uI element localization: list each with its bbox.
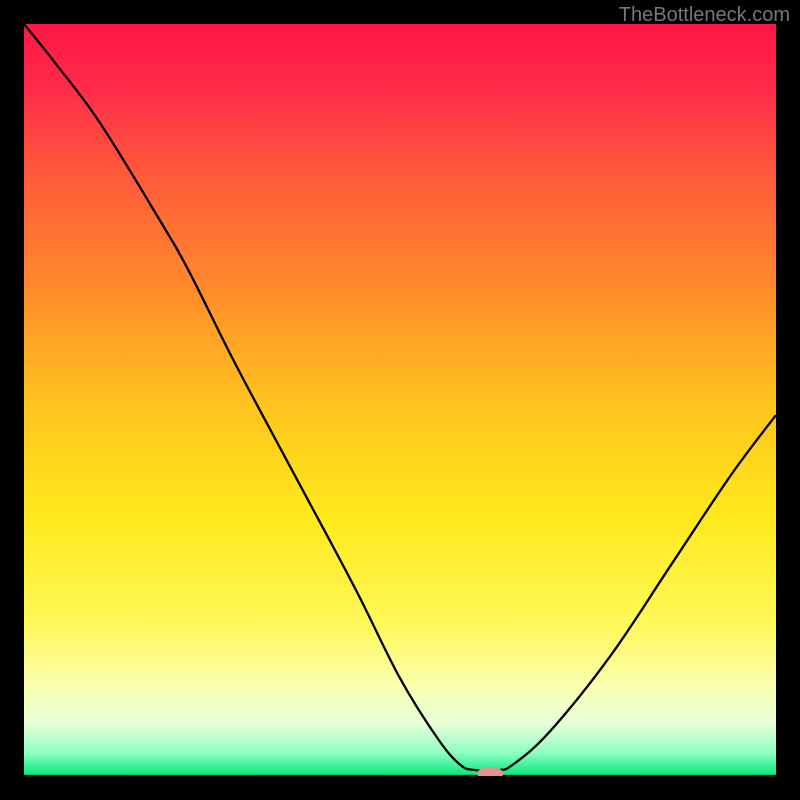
gradient-background [24, 24, 776, 776]
chart-svg [0, 0, 800, 800]
watermark-text: TheBottleneck.com [619, 4, 790, 27]
chart-container: TheBottleneck.com [0, 0, 800, 800]
optimal-marker [477, 767, 503, 781]
